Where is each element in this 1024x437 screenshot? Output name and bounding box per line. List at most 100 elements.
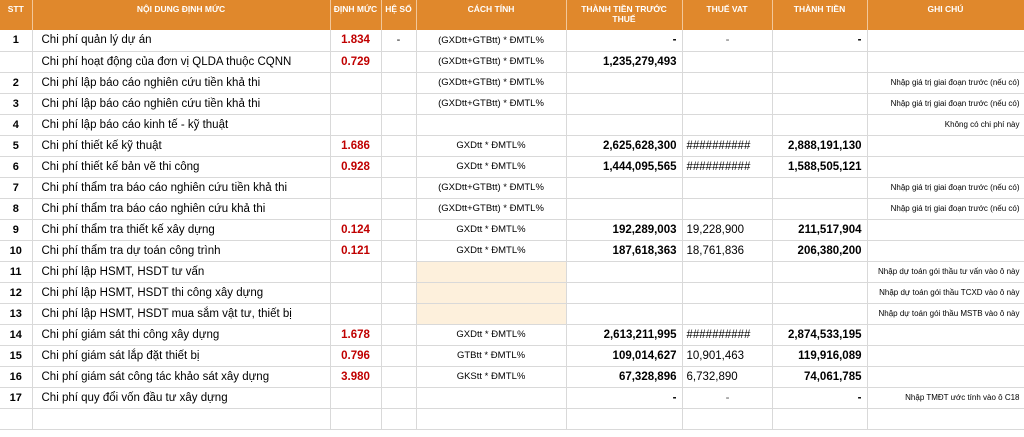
- cell-note[interactable]: Không có chi phí này: [867, 114, 1024, 136]
- cell-stt[interactable]: 12: [0, 282, 33, 304]
- cell-coefficient[interactable]: [381, 51, 417, 73]
- cell-pre-tax[interactable]: 2,613,211,995: [566, 324, 683, 346]
- cell-norm[interactable]: [330, 93, 382, 115]
- cell-total[interactable]: [772, 303, 868, 325]
- empty-cell[interactable]: [416, 408, 567, 430]
- cell-total[interactable]: 2,874,533,195: [772, 324, 868, 346]
- cell-stt[interactable]: 4: [0, 114, 33, 136]
- cell-stt[interactable]: 7: [0, 177, 33, 199]
- cell-coefficient[interactable]: [381, 114, 417, 136]
- cell-stt[interactable]: 6: [0, 156, 33, 178]
- cell-coefficient[interactable]: [381, 177, 417, 199]
- cell-note[interactable]: Nhập giá trị giai đoạn trước (nếu có): [867, 198, 1024, 220]
- cell-total[interactable]: [772, 114, 868, 136]
- cell-content[interactable]: Chi phí thiết kế kỹ thuật: [32, 135, 331, 157]
- header-pre-tax[interactable]: THÀNH TIỀN TRƯỚC THUẾ: [566, 0, 683, 30]
- cell-total[interactable]: [772, 93, 868, 115]
- cell-vat[interactable]: 6,732,890: [682, 366, 773, 388]
- cell-content[interactable]: Chi phí giám sát lắp đặt thiết bị: [32, 345, 331, 367]
- empty-cell[interactable]: [32, 408, 331, 430]
- cell-note[interactable]: [867, 324, 1024, 346]
- cell-stt[interactable]: [0, 51, 33, 73]
- cell-total[interactable]: -: [772, 30, 868, 52]
- cell-coefficient[interactable]: -: [381, 30, 417, 52]
- header-total[interactable]: THÀNH TIỀN: [772, 0, 868, 30]
- cell-content[interactable]: Chi phí hoạt động của đơn vị QLDA thuộc …: [32, 51, 331, 73]
- cell-vat[interactable]: [682, 282, 773, 304]
- cell-method[interactable]: (GXDtt+GTBtt) * ĐMTL%: [416, 30, 567, 52]
- empty-cell[interactable]: [330, 408, 382, 430]
- cell-vat[interactable]: -: [682, 30, 773, 52]
- cell-method[interactable]: (GXDtt+GTBtt) * ĐMTL%: [416, 72, 567, 94]
- empty-cell[interactable]: [0, 408, 33, 430]
- cell-pre-tax[interactable]: [566, 93, 683, 115]
- cell-coefficient[interactable]: [381, 219, 417, 241]
- cell-total[interactable]: [772, 198, 868, 220]
- cell-pre-tax[interactable]: 187,618,363: [566, 240, 683, 262]
- cell-total[interactable]: 119,916,089: [772, 345, 868, 367]
- cell-norm[interactable]: [330, 114, 382, 136]
- cell-coefficient[interactable]: [381, 240, 417, 262]
- cell-vat[interactable]: [682, 177, 773, 199]
- cell-pre-tax[interactable]: 192,289,003: [566, 219, 683, 241]
- empty-cell[interactable]: [867, 408, 1024, 430]
- empty-cell[interactable]: [772, 408, 868, 430]
- cell-content[interactable]: Chi phí quản lý dự án: [32, 30, 331, 52]
- cell-coefficient[interactable]: [381, 198, 417, 220]
- cell-pre-tax[interactable]: 1,235,279,493: [566, 51, 683, 73]
- cell-vat[interactable]: [682, 93, 773, 115]
- cell-stt[interactable]: 2: [0, 72, 33, 94]
- cell-method[interactable]: [416, 282, 567, 304]
- cell-stt[interactable]: 8: [0, 198, 33, 220]
- cell-total[interactable]: [772, 282, 868, 304]
- cell-pre-tax[interactable]: [566, 177, 683, 199]
- cell-norm[interactable]: [330, 282, 382, 304]
- empty-cell[interactable]: [381, 408, 417, 430]
- cell-method[interactable]: (GXDtt+GTBtt) * ĐMTL%: [416, 198, 567, 220]
- cell-content[interactable]: Chi phí giám sát công tác khảo sát xây d…: [32, 366, 331, 388]
- cell-note[interactable]: Nhập TMĐT ước tính vào ô C18: [867, 387, 1024, 409]
- cell-pre-tax[interactable]: [566, 72, 683, 94]
- cell-vat[interactable]: 18,761,836: [682, 240, 773, 262]
- cell-note[interactable]: Nhập giá trị giai đoạn trước (nếu có): [867, 177, 1024, 199]
- cell-stt[interactable]: 3: [0, 93, 33, 115]
- cell-norm[interactable]: [330, 303, 382, 325]
- cell-vat[interactable]: [682, 303, 773, 325]
- cell-stt[interactable]: 14: [0, 324, 33, 346]
- cell-method[interactable]: GXDtt * ĐMTL%: [416, 240, 567, 262]
- cell-coefficient[interactable]: [381, 387, 417, 409]
- cell-norm[interactable]: 1.834: [330, 30, 382, 52]
- cell-norm[interactable]: [330, 261, 382, 283]
- cell-note[interactable]: Nhập dự toán gói thầu TCXD vào ô này: [867, 282, 1024, 304]
- cell-norm[interactable]: [330, 387, 382, 409]
- cell-note[interactable]: [867, 345, 1024, 367]
- cell-pre-tax[interactable]: 1,444,095,565: [566, 156, 683, 178]
- cell-note[interactable]: Nhập dự toán gói thầu MSTB vào ô này: [867, 303, 1024, 325]
- cell-norm[interactable]: 0.121: [330, 240, 382, 262]
- cell-coefficient[interactable]: [381, 261, 417, 283]
- cell-method[interactable]: (GXDtt+GTBtt) * ĐMTL%: [416, 51, 567, 73]
- cell-vat[interactable]: -: [682, 387, 773, 409]
- cell-coefficient[interactable]: [381, 93, 417, 115]
- cell-vat[interactable]: 10,901,463: [682, 345, 773, 367]
- header-coefficient[interactable]: HỆ SỐ: [381, 0, 417, 30]
- cell-coefficient[interactable]: [381, 345, 417, 367]
- cell-vat[interactable]: ##########: [682, 324, 773, 346]
- cell-content[interactable]: Chi phí lập báo cáo nghiên cứu tiền khả …: [32, 93, 331, 115]
- cell-norm[interactable]: [330, 177, 382, 199]
- cell-total[interactable]: -: [772, 387, 868, 409]
- cell-vat[interactable]: [682, 72, 773, 94]
- cell-total[interactable]: [772, 177, 868, 199]
- cell-note[interactable]: [867, 30, 1024, 52]
- cell-stt[interactable]: 9: [0, 219, 33, 241]
- cell-pre-tax[interactable]: [566, 198, 683, 220]
- cell-vat[interactable]: [682, 114, 773, 136]
- cell-method[interactable]: [416, 114, 567, 136]
- cell-total[interactable]: 206,380,200: [772, 240, 868, 262]
- cell-total[interactable]: 1,588,505,121: [772, 156, 868, 178]
- cell-note[interactable]: [867, 240, 1024, 262]
- cell-coefficient[interactable]: [381, 366, 417, 388]
- cell-pre-tax[interactable]: 2,625,628,300: [566, 135, 683, 157]
- cell-stt[interactable]: 1: [0, 30, 33, 52]
- cell-pre-tax[interactable]: [566, 261, 683, 283]
